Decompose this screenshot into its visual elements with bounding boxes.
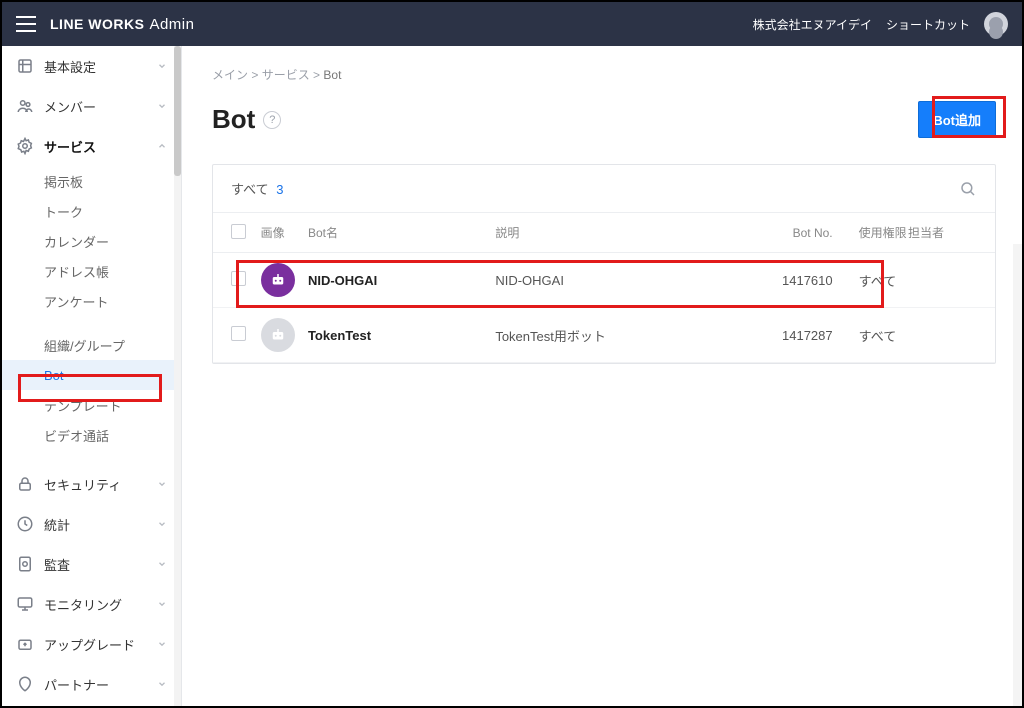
chevron-down-icon bbox=[157, 61, 167, 71]
sidebar-item-monitoring[interactable]: モニタリング bbox=[2, 584, 181, 624]
clock-icon bbox=[16, 515, 34, 533]
sidebar-sub-contacts[interactable]: アドレス帳 bbox=[2, 256, 181, 286]
brand-main: LINE WORKS bbox=[50, 16, 144, 32]
members-icon bbox=[16, 97, 34, 115]
chevron-up-icon bbox=[157, 141, 167, 151]
add-bot-button[interactable]: Bot追加 bbox=[918, 101, 996, 138]
chevron-down-icon bbox=[157, 559, 167, 569]
filter-count: 3 bbox=[276, 182, 283, 197]
audit-icon bbox=[16, 555, 34, 573]
sidebar-sub-org[interactable]: 組織/グループ bbox=[2, 330, 181, 360]
sidebar-sub-template[interactable]: テンプレート bbox=[2, 390, 181, 420]
bot-avatar-icon bbox=[261, 318, 295, 352]
col-name: Bot名 bbox=[308, 224, 495, 241]
partner-icon bbox=[16, 675, 34, 693]
sidebar-item-service[interactable]: サービス bbox=[2, 126, 181, 166]
sidebar-sub-video[interactable]: ビデオ通話 bbox=[2, 420, 181, 450]
table-row[interactable]: NID-OHGAI NID-OHGAI 1417610 すべて bbox=[213, 253, 995, 308]
table-row[interactable]: TokenTest TokenTest用ボット 1417287 すべて bbox=[213, 308, 995, 363]
sidebar-scrollbar-thumb[interactable] bbox=[174, 46, 181, 176]
bot-desc: TokenTest用ボット bbox=[495, 326, 761, 345]
bot-no: 1417610 bbox=[762, 273, 833, 288]
col-mgr: 担当者 bbox=[908, 224, 977, 241]
sidebar-item-basic[interactable]: 基本設定 bbox=[2, 46, 181, 86]
bot-avatar-icon bbox=[261, 263, 295, 297]
page-title: Bot bbox=[212, 104, 255, 135]
sidebar-sub-survey[interactable]: アンケート bbox=[2, 286, 181, 316]
chevron-down-icon bbox=[157, 679, 167, 689]
lock-icon bbox=[16, 475, 34, 493]
select-all-checkbox[interactable] bbox=[231, 224, 246, 239]
brand-sub: Admin bbox=[149, 16, 194, 33]
upgrade-icon bbox=[16, 635, 34, 653]
user-avatar-icon[interactable] bbox=[984, 12, 1008, 36]
search-icon[interactable] bbox=[959, 180, 977, 198]
brand: LINE WORKS Admin bbox=[50, 16, 194, 33]
row-checkbox[interactable] bbox=[231, 271, 246, 286]
sidebar: 基本設定 メンバー サービス 掲示板 トーク カレンダー アドレス帳 アンケート… bbox=[2, 46, 182, 706]
sidebar-sub-talk[interactable]: トーク bbox=[2, 196, 181, 226]
chevron-down-icon bbox=[157, 101, 167, 111]
sidebar-item-security[interactable]: セキュリティ bbox=[2, 464, 181, 504]
settings-basic-icon bbox=[16, 57, 34, 75]
chevron-down-icon bbox=[157, 519, 167, 529]
row-checkbox[interactable] bbox=[231, 326, 246, 341]
sidebar-item-stats[interactable]: 統計 bbox=[2, 504, 181, 544]
sidebar-item-audit[interactable]: 監査 bbox=[2, 544, 181, 584]
gear-icon bbox=[16, 137, 34, 155]
chevron-down-icon bbox=[157, 639, 167, 649]
breadcrumb: メイン > サービス > Bot bbox=[212, 66, 996, 83]
bot-name: NID-OHGAI bbox=[308, 273, 495, 288]
breadcrumb-item[interactable]: メイン bbox=[212, 68, 248, 82]
chevron-down-icon bbox=[157, 479, 167, 489]
col-desc: 説明 bbox=[495, 224, 761, 241]
sidebar-item-members[interactable]: メンバー bbox=[2, 86, 181, 126]
monitor-icon bbox=[16, 595, 34, 613]
table-header: 画像 Bot名 説明 Bot No. 使用権限 担当者 bbox=[213, 213, 995, 253]
breadcrumb-item[interactable]: サービス bbox=[262, 68, 310, 82]
app-header: LINE WORKS Admin 株式会社エヌアイデイ ショートカット bbox=[2, 2, 1022, 46]
bot-list-panel: すべて 3 画像 Bot名 説明 Bot No. 使用権限 担当者 bbox=[212, 164, 996, 364]
bot-no: 1417287 bbox=[762, 328, 833, 343]
bot-perm: すべて bbox=[833, 326, 908, 345]
sidebar-sub-board[interactable]: 掲示板 bbox=[2, 166, 181, 196]
company-name: 株式会社エヌアイデイ bbox=[753, 16, 872, 33]
breadcrumb-current: Bot bbox=[323, 68, 341, 82]
main-scrollbar-track bbox=[1013, 244, 1022, 706]
main-content: メイン > サービス > Bot Bot ? Bot追加 すべて 3 bbox=[182, 46, 1022, 706]
help-icon[interactable]: ? bbox=[263, 111, 281, 129]
sidebar-sub-calendar[interactable]: カレンダー bbox=[2, 226, 181, 256]
col-no: Bot No. bbox=[762, 226, 833, 240]
shortcut-link[interactable]: ショートカット bbox=[886, 16, 970, 33]
filter-all[interactable]: すべて 3 bbox=[231, 179, 283, 198]
sidebar-sub-bot[interactable]: Bot bbox=[2, 360, 181, 390]
menu-icon[interactable] bbox=[16, 16, 36, 32]
chevron-down-icon bbox=[157, 599, 167, 609]
col-image: 画像 bbox=[261, 224, 308, 241]
bot-name: TokenTest bbox=[308, 328, 495, 343]
sidebar-item-upgrade[interactable]: アップグレード bbox=[2, 624, 181, 664]
bot-perm: すべて bbox=[833, 271, 908, 290]
col-perm: 使用権限 bbox=[833, 224, 908, 241]
sidebar-item-partner[interactable]: パートナー bbox=[2, 664, 181, 704]
bot-desc: NID-OHGAI bbox=[495, 273, 761, 288]
